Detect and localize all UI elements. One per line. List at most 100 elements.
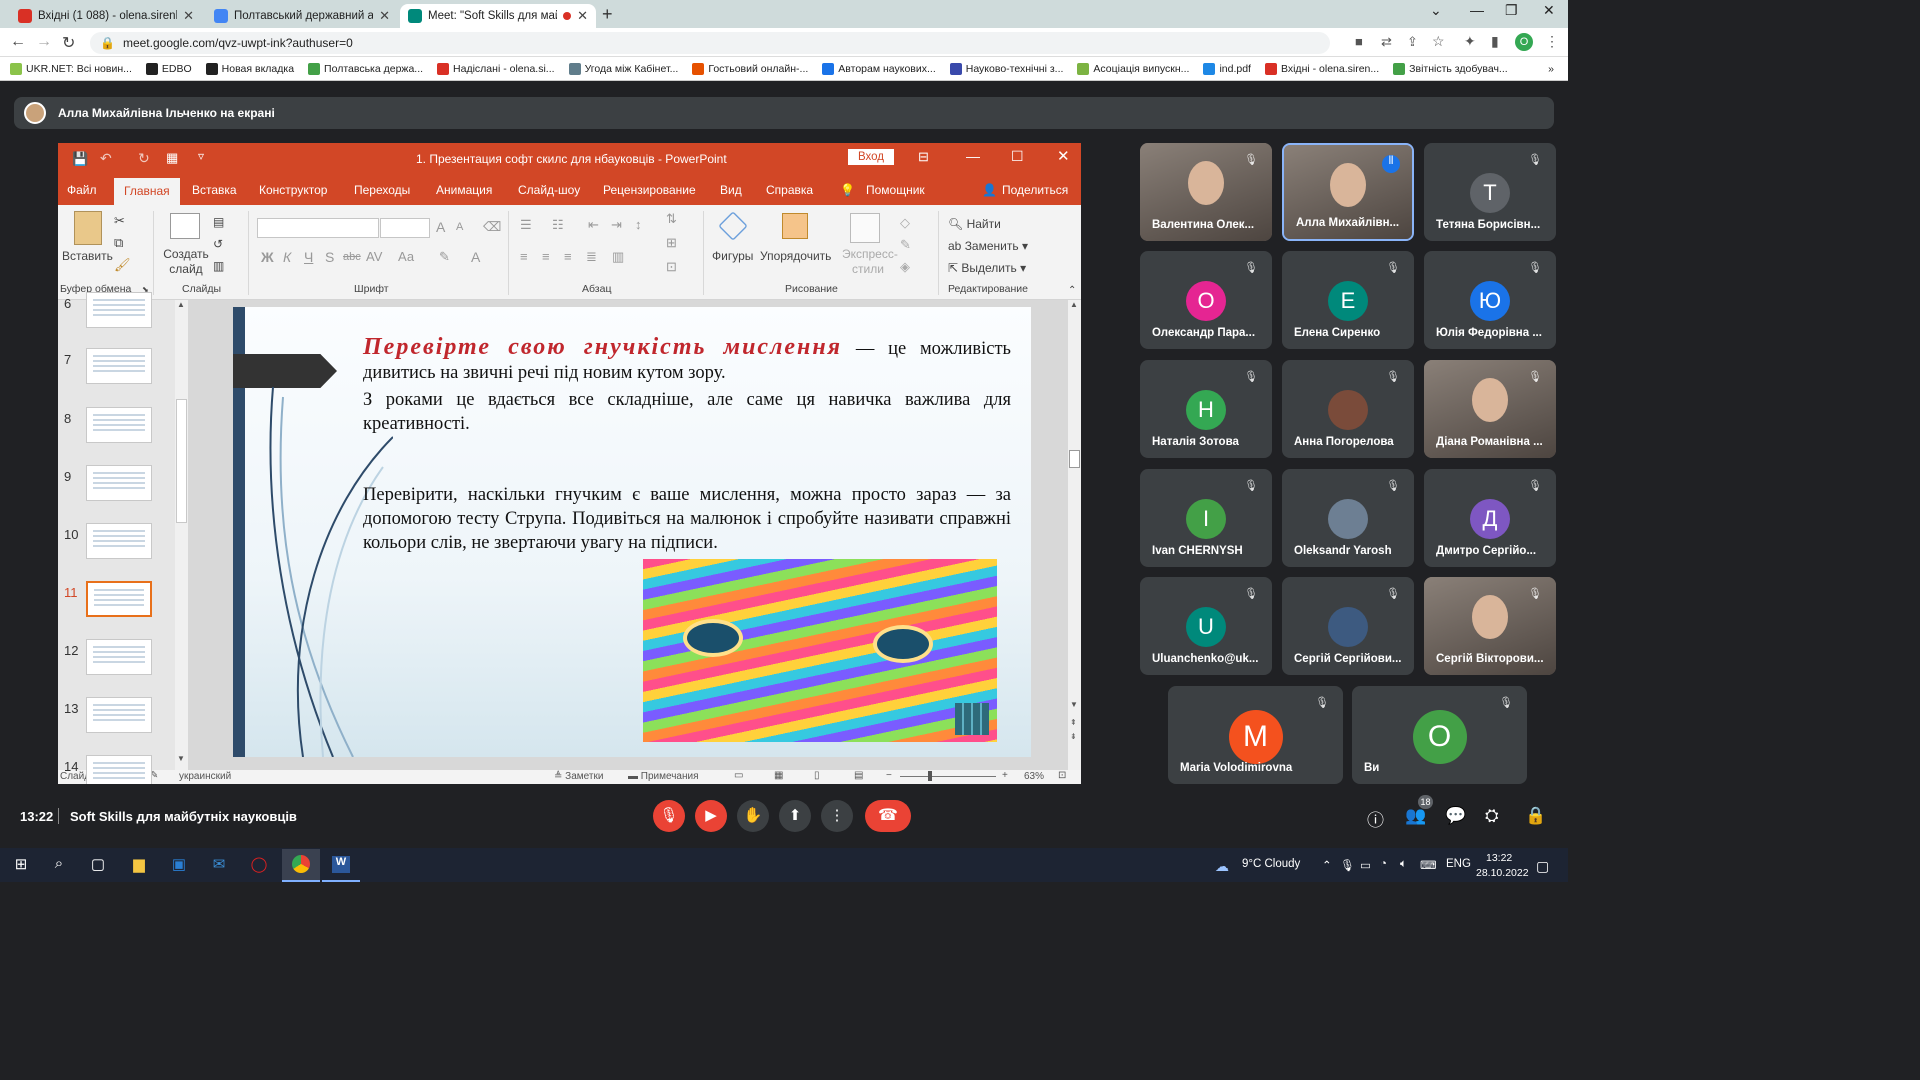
bookmark-item[interactable]: UKR.NET: Всі новин... <box>10 62 132 75</box>
shape-fill-icon[interactable]: ◇ <box>900 215 910 231</box>
mail-icon[interactable]: ✉ <box>208 855 230 875</box>
decrease-indent-icon[interactable]: ⇤ <box>588 217 599 233</box>
align-right-icon[interactable]: ≡ <box>564 249 572 264</box>
translate-icon[interactable]: ⇄ <box>1381 34 1392 50</box>
info-icon[interactable]: ⓘ <box>1367 806 1384 831</box>
tab-help[interactable]: Справка <box>766 183 813 197</box>
browser-tab-university[interactable]: Полтавський державний аграр ✕ <box>206 4 398 28</box>
participant-tile[interactable]: 🎙︎ Анна Погорелова <box>1282 360 1414 458</box>
redo-icon[interactable]: ↻ <box>138 150 150 167</box>
zoom-in-icon[interactable]: + <box>1002 770 1008 781</box>
current-slide[interactable]: Перевірте свою гнучкість мислення — це м… <box>233 307 1031 757</box>
scroll-up-icon[interactable]: ▲ <box>177 300 185 309</box>
tab-transitions[interactable]: Переходы <box>354 183 410 197</box>
signin-button[interactable]: Вход <box>848 149 895 165</box>
close-tab-icon[interactable]: ✕ <box>379 8 390 24</box>
people-icon[interactable]: 👥 <box>1405 806 1426 826</box>
leave-call-button[interactable]: ☎ <box>865 800 911 832</box>
slide-thumbnail[interactable] <box>86 292 152 328</box>
participant-tile[interactable]: 🎙︎ Сергій Вікторови... <box>1424 577 1556 675</box>
scroll-thumb[interactable] <box>176 399 187 523</box>
next-slide-icon[interactable]: ⇟ <box>1070 732 1077 741</box>
align-text-icon[interactable]: ⊞ <box>666 235 677 251</box>
bookmark-item[interactable]: Новая вкладка <box>205 62 294 75</box>
browser-tab-gmail[interactable]: Вхідні (1 088) - olena.sirenko@p ✕ <box>10 4 202 28</box>
font-size-select[interactable] <box>380 218 430 238</box>
section-icon[interactable]: ▥ <box>213 259 224 273</box>
shape-effects-icon[interactable]: ◈ <box>900 259 910 275</box>
windows-start-icon[interactable]: ⊞ <box>10 855 32 875</box>
bookmark-item[interactable]: Вхідні - olena.siren... <box>1264 62 1379 75</box>
columns-icon[interactable]: ▥ <box>612 249 624 265</box>
raise-hand-button[interactable]: ✋ <box>737 800 769 832</box>
close-window-button[interactable]: ✕ <box>1543 2 1555 19</box>
volume-icon[interactable]: 🔈︎ <box>1400 858 1407 871</box>
quick-styles-icon[interactable] <box>850 213 880 243</box>
language-status[interactable]: украинский <box>179 771 231 782</box>
tab-home[interactable]: Главная <box>114 178 180 205</box>
pp-maximize-button[interactable]: ☐ <box>1011 148 1024 165</box>
reset-icon[interactable]: ↺ <box>213 237 223 251</box>
zoom-level[interactable]: 63% <box>1024 771 1044 782</box>
new-tab-button[interactable]: + <box>602 4 613 25</box>
scroll-down-icon[interactable]: ▼ <box>1070 700 1078 709</box>
file-explorer-icon[interactable]: ▆ <box>128 855 150 875</box>
bookmarks-overflow-icon[interactable]: » <box>1548 63 1568 75</box>
fit-window-icon[interactable]: ⊡ <box>1058 770 1066 781</box>
zoom-slider-thumb[interactable] <box>928 771 932 781</box>
highlight-icon[interactable]: ✎ <box>439 249 450 265</box>
bookmark-item[interactable]: ind.pdf <box>1203 62 1251 75</box>
tab-animations[interactable]: Анимация <box>436 183 492 197</box>
arrange-button[interactable]: Упорядочить <box>760 249 831 263</box>
camera-off-button[interactable]: ▶ <box>695 800 727 832</box>
close-tab-icon[interactable]: ✕ <box>183 8 194 24</box>
participant-tile[interactable]: 🎙︎ Сергій Сергійови... <box>1282 577 1414 675</box>
participant-tile[interactable]: Д 🎙︎ Дмитро Сергійо... <box>1424 469 1556 567</box>
undo-icon[interactable]: ↶ <box>100 150 112 167</box>
pp-close-button[interactable]: ✕ <box>1057 147 1070 165</box>
slide-thumbnail[interactable] <box>86 523 152 559</box>
tab-tell-me[interactable]: Помощник <box>866 183 925 197</box>
participant-tile[interactable]: Ю 🎙︎ Юлія Федорівна ... <box>1424 251 1556 349</box>
tray-chevron-icon[interactable]: ⌃ <box>1322 858 1332 872</box>
reload-icon[interactable]: ↻ <box>62 33 75 53</box>
slideshow-view-icon[interactable]: ▤ <box>854 770 863 781</box>
new-slide-icon[interactable] <box>170 213 200 239</box>
maximize-button[interactable]: ❐ <box>1505 2 1518 19</box>
customize-toolbar-icon[interactable]: ▿ <box>198 149 204 163</box>
font-family-select[interactable] <box>257 218 379 238</box>
participant-tile[interactable]: Е 🎙︎ Елена Сиренко <box>1282 251 1414 349</box>
language-indicator[interactable]: ENG <box>1446 858 1471 870</box>
sidepanel-icon[interactable]: ▮ <box>1491 33 1499 50</box>
url-input[interactable]: 🔒 meet.google.com/qvz-uwpt-ink?authuser=… <box>90 32 1330 54</box>
tab-review[interactable]: Рецензирование <box>603 183 696 197</box>
present-button[interactable]: ⬆ <box>779 800 811 832</box>
align-left-icon[interactable]: ≡ <box>520 249 528 264</box>
notifications-icon[interactable]: ▢ <box>1536 858 1549 875</box>
share-icon[interactable]: ⇪ <box>1407 34 1418 50</box>
justify-icon[interactable]: ≣ <box>586 249 597 265</box>
clear-format-icon[interactable]: ⌫ <box>483 219 501 235</box>
weather-widget[interactable]: 9°C Cloudy <box>1242 858 1300 870</box>
bookmark-item[interactable]: Надіслані - olena.si... <box>437 62 555 75</box>
copy-icon[interactable]: ⧉ <box>114 235 123 251</box>
increase-font-icon[interactable]: A <box>436 219 445 235</box>
browser-tab-meet[interactable]: Meet: "Soft Skills для майбут ✕ <box>400 4 596 28</box>
cut-icon[interactable]: ✂ <box>114 213 125 229</box>
slide-thumbnail[interactable] <box>86 348 152 384</box>
numbering-icon[interactable]: ☷ <box>552 217 564 233</box>
participant-tile[interactable]: M 🎙︎ Maria Volodimirovna <box>1168 686 1343 784</box>
participant-tile[interactable]: 🎙︎ Oleksandr Yarosh <box>1282 469 1414 567</box>
underline-icon[interactable]: Ч <box>304 249 313 265</box>
canvas-scrollbar[interactable]: ▲ ▼ ⇞ ⇟ <box>1068 300 1081 770</box>
zoom-slider[interactable] <box>900 776 996 777</box>
participant-tile[interactable]: I 🎙︎ Ivan CHERNYSH <box>1140 469 1272 567</box>
slide-thumbnail[interactable] <box>86 581 152 617</box>
save-icon[interactable]: 💾 <box>72 151 88 167</box>
reading-view-icon[interactable]: ▯ <box>814 770 820 781</box>
scroll-down-icon[interactable]: ▼ <box>177 754 185 763</box>
participant-tile[interactable]: O 🎙︎ Ви <box>1352 686 1527 784</box>
bookmark-item[interactable]: Гостьовий онлайн-... <box>692 62 808 75</box>
align-center-icon[interactable]: ≡ <box>542 249 550 264</box>
paste-icon[interactable] <box>74 211 102 245</box>
